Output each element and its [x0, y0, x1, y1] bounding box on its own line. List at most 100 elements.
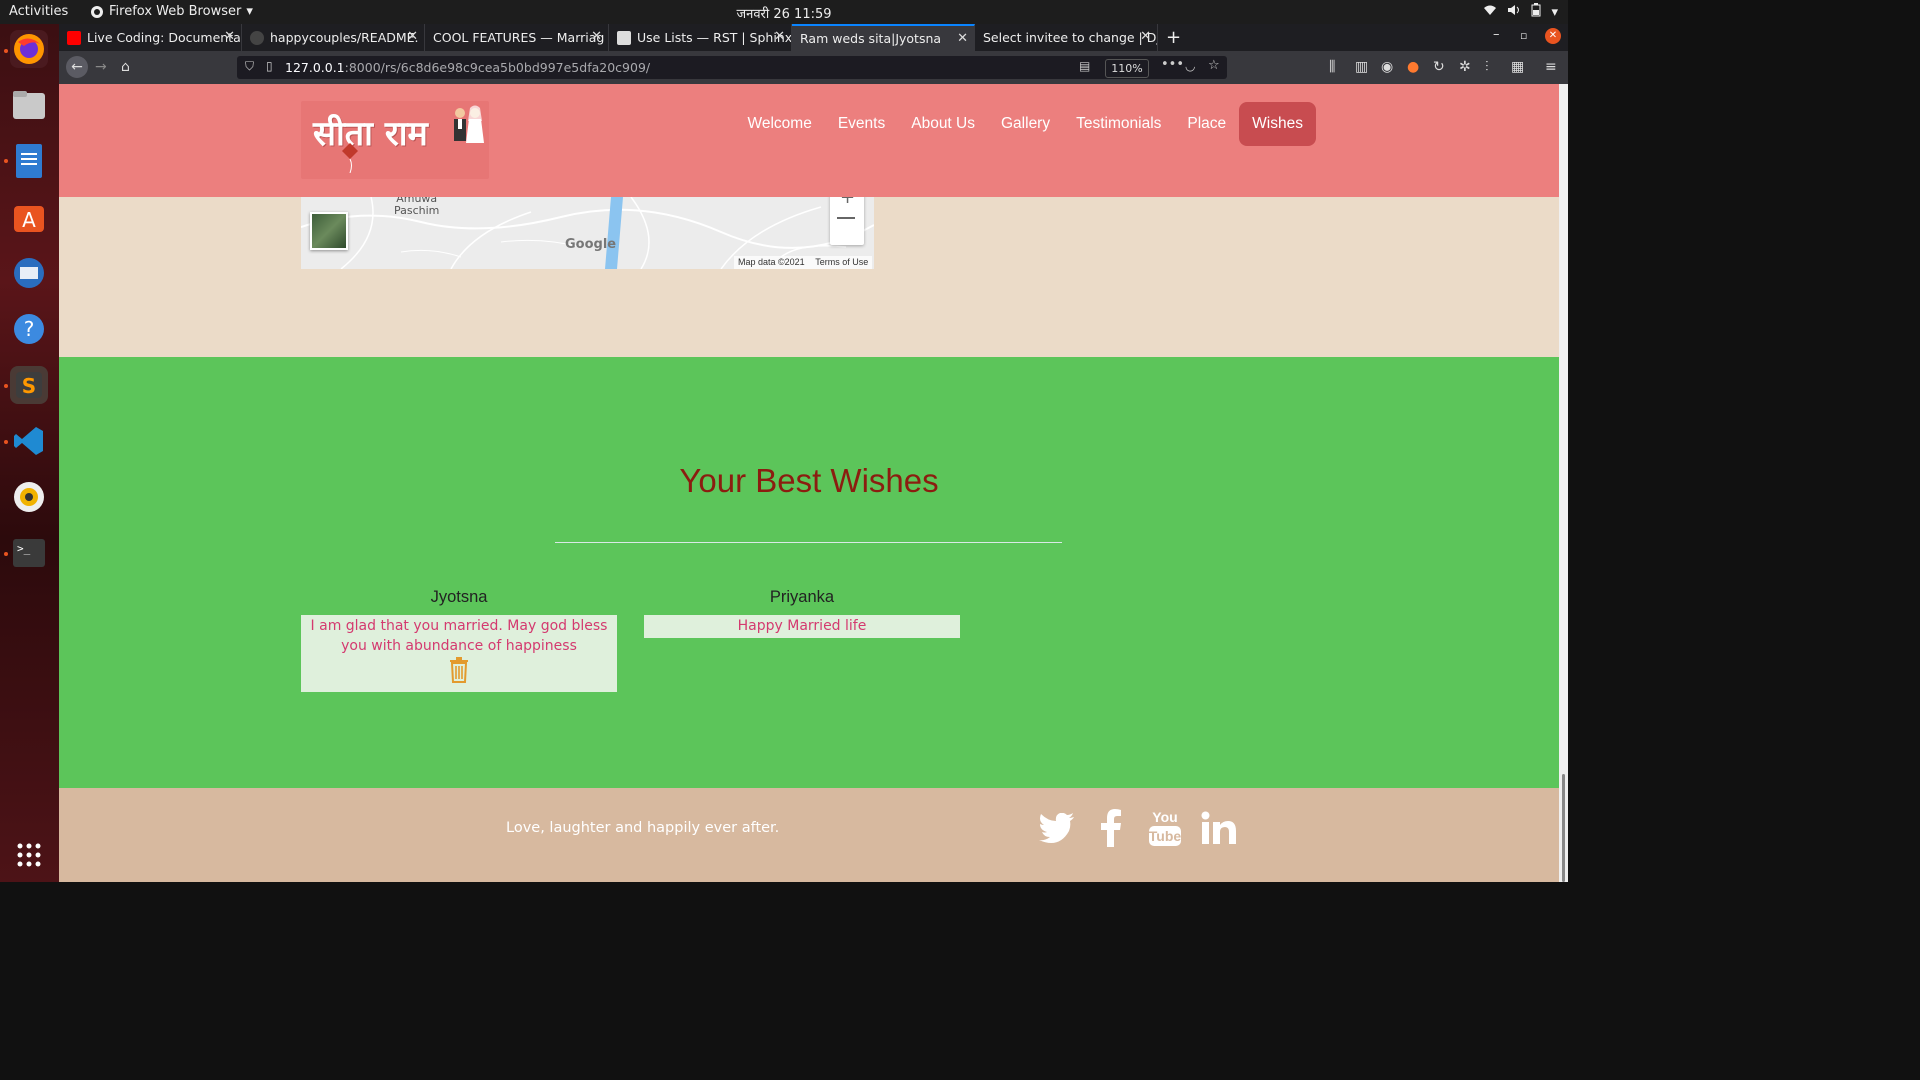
navigation-toolbar: ← → ⌂ ⛉ ▯ 127.0.0.1:8000/rs/6c8d6e98c9ce…	[59, 51, 1568, 84]
more-actions-icon[interactable]: •••	[1161, 57, 1184, 72]
sublime-text-icon[interactable]: S	[10, 366, 48, 404]
tab-title: Use Lists — RST | Sphinx	[637, 30, 792, 45]
close-icon[interactable]: ✕	[591, 29, 602, 44]
help-icon[interactable]: ?	[10, 310, 48, 348]
tab-live-coding[interactable]: Live Coding: Documentat ✕	[59, 24, 242, 51]
bookmark-star-icon[interactable]: ☆	[1208, 58, 1220, 73]
battery-icon	[1531, 3, 1541, 21]
running-indicator	[4, 552, 8, 556]
nav-about-us[interactable]: About Us	[898, 102, 988, 146]
tab-select-invitee[interactable]: Select invitee to change | Dj ✕	[975, 24, 1158, 51]
files-icon[interactable]	[10, 86, 48, 124]
url-path: :8000/rs/6c8d6e98c9cea5b0bd997e5dfa20c90…	[344, 60, 651, 75]
wish-message-box: Happy Married life	[644, 615, 960, 638]
close-icon[interactable]: ✕	[224, 29, 235, 44]
zoom-out-button[interactable]	[837, 217, 855, 219]
title-divider	[555, 542, 1062, 543]
account-icon[interactable]: ◉	[1381, 59, 1393, 75]
svg-text:S: S	[22, 374, 36, 398]
tab-title: Live Coding: Documentat	[87, 30, 242, 45]
pocket-icon[interactable]: ◡	[1185, 59, 1195, 73]
satellite-toggle-button[interactable]	[310, 212, 348, 250]
nav-welcome[interactable]: Welcome	[735, 102, 825, 146]
nav-place[interactable]: Place	[1174, 102, 1239, 146]
thunderbird-icon[interactable]	[10, 254, 48, 292]
linkedin-icon[interactable]	[1201, 808, 1237, 848]
tab-ram-weds-sita[interactable]: Ram weds sita|Jyotsna ✕	[792, 24, 975, 51]
wish-message: Happy Married life	[737, 618, 867, 634]
shield-icon: ⛉	[245, 59, 255, 73]
running-indicator	[4, 49, 8, 53]
url-text[interactable]: 127.0.0.1:8000/rs/6c8d6e98c9cea5b0bd997e…	[285, 60, 650, 75]
tab-use-lists[interactable]: Use Lists — RST | Sphinx ✕	[609, 24, 792, 51]
software-center-icon[interactable]: A	[10, 198, 48, 236]
tab-cool-features[interactable]: COOL FEATURES — Marriag ✕	[425, 24, 609, 51]
zoom-level[interactable]: 110%	[1105, 59, 1149, 78]
trash-icon[interactable]	[448, 657, 470, 683]
system-tray[interactable]: ▾	[1483, 3, 1558, 21]
forward-button[interactable]: →	[95, 59, 107, 75]
map-zoom-controls: +	[830, 197, 864, 245]
wish-message-box: I am glad that you married. May god bles…	[301, 615, 617, 692]
back-button[interactable]: ←	[66, 56, 88, 78]
close-window-button[interactable]: ✕	[1545, 28, 1561, 44]
wish-author: Priyanka	[769, 588, 835, 606]
page-scrollbar[interactable]	[1559, 84, 1568, 882]
site-header: सीता राम Welcome Events About Us Gallery…	[59, 84, 1559, 197]
tab-title: happycouples/README.	[270, 30, 419, 45]
settings-gear-icon[interactable]: ✲	[1459, 59, 1471, 75]
nav-gallery[interactable]: Gallery	[988, 102, 1063, 146]
youtube-icon[interactable]: You Tube	[1147, 808, 1183, 848]
close-icon[interactable]: ✕	[1140, 29, 1151, 44]
new-tab-button[interactable]: +	[1158, 24, 1190, 51]
google-map[interactable]: Amuwa Paschim Google + Map data ©2021 Ter…	[301, 197, 874, 269]
scrollbar-thumb[interactable]	[1562, 774, 1565, 882]
vscode-icon[interactable]	[10, 422, 48, 460]
wishes-title: Your Best Wishes	[679, 462, 939, 499]
map-place-label-line2: Paschim	[394, 204, 440, 217]
couple-icon	[454, 105, 484, 143]
reload-icon[interactable]: ↻	[1433, 59, 1445, 75]
system-top-bar: Activities Firefox Web Browser ▾ जनवरी 2…	[0, 0, 1568, 24]
clock[interactable]: जनवरी 26 11:59	[0, 4, 1568, 22]
running-indicator	[4, 384, 8, 388]
wifi-icon	[1483, 4, 1497, 20]
tab-title: Select invitee to change | Dj	[983, 30, 1158, 45]
terminal-icon[interactable]: >_	[10, 534, 48, 572]
svg-text:>_: >_	[17, 542, 31, 555]
zoom-in-button[interactable]: +	[840, 197, 855, 208]
sidebar-icon[interactable]: ▥	[1355, 59, 1368, 75]
facebook-icon[interactable]	[1093, 808, 1129, 848]
site-footer: Love, laughter and happily ever after. Y…	[59, 788, 1559, 882]
dock: A ? S >_	[0, 24, 59, 882]
show-apps-icon[interactable]	[10, 836, 48, 874]
nav-wishes[interactable]: Wishes	[1239, 102, 1316, 146]
reader-view-icon[interactable]: ▤	[1079, 59, 1090, 73]
tab-happycouples[interactable]: happycouples/README. ✕	[242, 24, 425, 51]
writer-icon[interactable]	[10, 142, 48, 180]
close-icon[interactable]: ✕	[407, 29, 418, 44]
minimize-button[interactable]: –	[1493, 27, 1500, 42]
nav-testimonials[interactable]: Testimonials	[1063, 102, 1174, 146]
close-icon[interactable]: ✕	[774, 29, 785, 44]
library-icon[interactable]: ⫼	[1329, 59, 1335, 75]
home-icon[interactable]: ⌂	[121, 59, 130, 75]
nav-events[interactable]: Events	[825, 102, 898, 146]
tab-title: COOL FEATURES — Marriag	[433, 30, 605, 45]
firefox-icon[interactable]	[10, 30, 48, 68]
rhythmbox-icon[interactable]	[10, 478, 48, 516]
hamburger-menu-icon[interactable]: ≡	[1545, 59, 1557, 75]
youtube-favicon-icon	[67, 30, 81, 45]
twitter-icon[interactable]	[1039, 808, 1075, 848]
extension-icon[interactable]: ●	[1407, 59, 1419, 75]
terms-of-use-link[interactable]: Terms of Use	[815, 257, 868, 267]
site-nav: Welcome Events About Us Gallery Testimon…	[735, 102, 1316, 146]
volume-icon	[1507, 4, 1521, 20]
ruler-icon[interactable]: ⫶	[1485, 59, 1489, 75]
restore-button[interactable]: ▫	[1520, 29, 1527, 42]
chevron-down-icon: ▾	[1551, 4, 1558, 20]
url-bar[interactable]: ⛉ ▯ 127.0.0.1:8000/rs/6c8d6e98c9cea5b0bd…	[237, 56, 1227, 79]
notes-icon[interactable]: ▦	[1511, 59, 1524, 75]
close-icon[interactable]: ✕	[957, 31, 968, 46]
site-logo[interactable]: सीता राम	[301, 101, 489, 179]
